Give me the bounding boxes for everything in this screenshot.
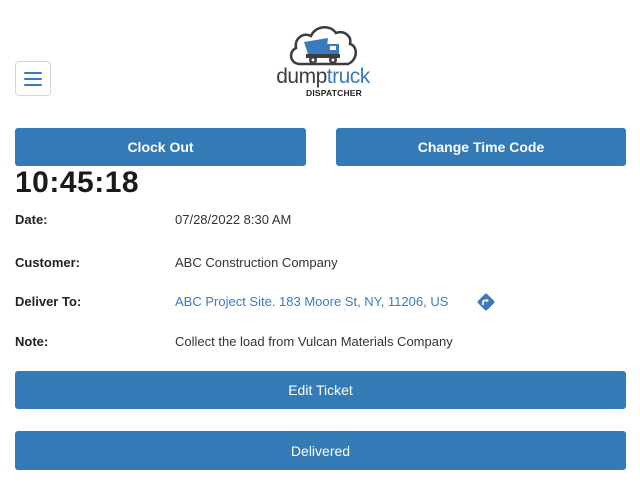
- customer-row: Customer: ABC Construction Company: [15, 255, 625, 273]
- customer-label: Customer:: [15, 255, 81, 270]
- change-time-code-button[interactable]: Change Time Code: [336, 128, 626, 166]
- deliver-to-address-link[interactable]: ABC Project Site. 183 Moore St, NY, 1120…: [175, 294, 448, 309]
- dump-truck-cloud-icon: [289, 26, 357, 66]
- date-label: Date:: [15, 212, 48, 227]
- deliver-to-label: Deliver To:: [15, 294, 82, 309]
- menu-button[interactable]: [15, 61, 51, 96]
- date-row: Date: 07/28/2022 8:30 AM: [15, 212, 625, 230]
- delivered-button[interactable]: Delivered: [15, 431, 626, 470]
- directions-icon[interactable]: [476, 292, 496, 312]
- hamburger-menu-icon-bar: [24, 83, 42, 86]
- hamburger-menu-icon: [24, 71, 42, 74]
- customer-value: ABC Construction Company: [175, 255, 338, 270]
- note-row: Note: Collect the load from Vulcan Mater…: [15, 334, 625, 352]
- elapsed-timer: 10:45:18: [15, 166, 140, 199]
- hamburger-menu-icon-bar: [24, 77, 42, 80]
- logo-subtitle: DISPATCHER: [306, 88, 362, 98]
- app-logo: dumptruck DISPATCHER: [268, 20, 378, 102]
- deliver-to-row: Deliver To: ABC Project Site. 183 Moore …: [15, 292, 625, 312]
- date-value: 07/28/2022 8:30 AM: [175, 212, 292, 227]
- note-value: Collect the load from Vulcan Materials C…: [175, 334, 453, 349]
- note-label: Note:: [15, 334, 49, 349]
- logo-wordmark: dumptruck: [276, 65, 370, 88]
- edit-ticket-button[interactable]: Edit Ticket: [15, 371, 626, 409]
- clock-out-button[interactable]: Clock Out: [15, 128, 306, 166]
